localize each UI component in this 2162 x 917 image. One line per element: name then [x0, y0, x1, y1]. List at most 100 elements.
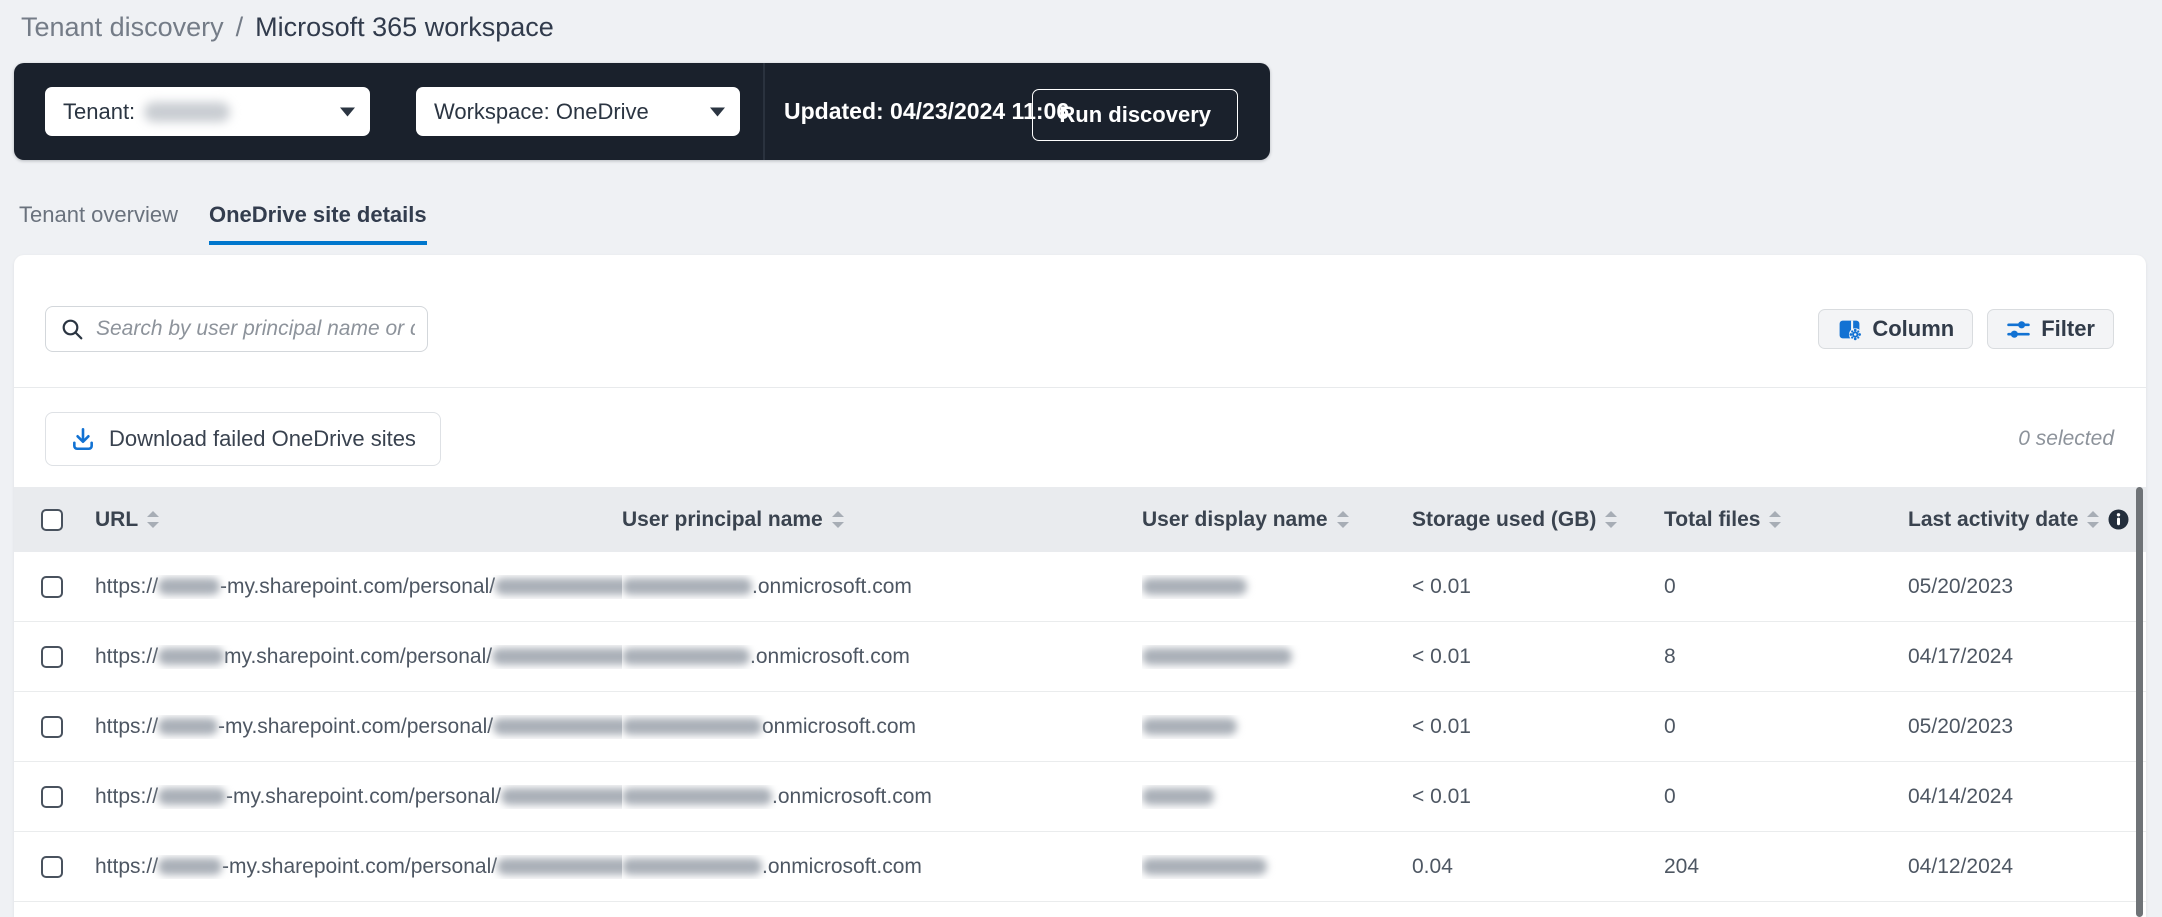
last-activity-date-cell: 05/20/2023	[1908, 574, 2014, 598]
onedrive-details-panel: Column Filter Download failed OneDriv	[14, 255, 2146, 917]
column-button[interactable]: Column	[1818, 309, 1974, 349]
upn-suffix: .onmicrosoft.com	[772, 784, 932, 808]
redacted-text	[492, 647, 622, 665]
redacted-text	[158, 577, 221, 595]
sort-icon	[147, 511, 160, 528]
search-icon	[61, 318, 84, 341]
redacted-text	[158, 647, 225, 665]
filter-button-label: Filter	[2041, 316, 2095, 341]
user-principal-name-cell: .onmicrosoft.com	[622, 645, 1142, 669]
discovery-toolbar: Tenant: Workspace: OneDrive Updated: 04/…	[14, 63, 1270, 160]
url-mid: -my.sharepoint.com/personal/	[220, 574, 496, 598]
url-prefix: https://	[95, 574, 159, 598]
sort-icon	[831, 511, 844, 528]
redacted-text	[1142, 857, 1267, 875]
redacted-text	[158, 717, 219, 735]
row-checkbox[interactable]	[41, 855, 63, 878]
filter-button[interactable]: Filter	[1987, 309, 2114, 349]
search-box	[45, 306, 428, 352]
user-display-name-cell	[1142, 645, 1412, 669]
table-row: https:// -my.sharepoint.com/personal/ .on…	[14, 762, 2146, 832]
caret-down-icon	[340, 107, 355, 116]
user-principal-name-cell: onmicrosoft.com	[622, 715, 1142, 739]
download-icon	[70, 426, 96, 452]
user-display-name-cell	[1142, 785, 1412, 809]
last-activity-date-cell: 04/12/2024	[1908, 854, 2014, 878]
storage-used-cell: 0.04	[1412, 854, 1453, 878]
row-checkbox[interactable]	[41, 785, 63, 808]
tab-tenant-overview[interactable]: Tenant overview	[19, 202, 178, 245]
redacted-text	[1142, 717, 1237, 735]
workspace-dropdown[interactable]: Workspace: OneDrive	[416, 87, 740, 136]
row-checkbox[interactable]	[41, 715, 63, 738]
section-divider	[14, 387, 2146, 388]
redacted-text	[1142, 577, 1247, 595]
toolbar-divider	[763, 63, 765, 160]
user-display-name-cell	[1142, 575, 1412, 599]
selected-count: 0 selected	[2018, 427, 2114, 450]
url-mid: -my.sharepoint.com/personal/	[222, 854, 498, 878]
column-button-label: Column	[1872, 316, 1955, 341]
redacted-tenant-name	[144, 101, 231, 122]
redacted-text	[493, 717, 622, 735]
table-header-row: URL User principal name User display nam…	[14, 487, 2146, 552]
table-actions: Column Filter	[1818, 309, 2114, 349]
url-cell: https:// -my.sharepoint.com/personal/	[80, 785, 622, 809]
sort-icon	[1336, 511, 1349, 528]
table-row: https:// -my.sharepoint.com/personal/ onm…	[14, 692, 2146, 762]
total-files-cell: 204	[1664, 854, 1700, 878]
url-mid: -my.sharepoint.com/personal/	[218, 714, 494, 738]
workspace-dropdown-label: Workspace: OneDrive	[434, 98, 649, 124]
tab-bar: Tenant overview OneDrive site details	[19, 202, 427, 245]
column-header-user-display-name[interactable]: User display name	[1142, 508, 1349, 532]
column-header-user-principal-name[interactable]: User principal name	[622, 508, 844, 532]
upn-suffix: .onmicrosoft.com	[750, 644, 910, 668]
info-icon[interactable]	[2108, 509, 2129, 530]
table-row: https:// -my.sharepoint.com/personal/ .on…	[14, 832, 2146, 902]
column-header-storage-used[interactable]: Storage used (GB)	[1412, 508, 1618, 532]
user-principal-name-cell: .onmicrosoft.com	[622, 855, 1142, 879]
redacted-text	[497, 857, 622, 875]
breadcrumb-separator: /	[235, 12, 244, 42]
column-header-last-activity-date[interactable]: Last activity date	[1908, 508, 2129, 532]
table-row: https:// -my.sharepoint.com/personal/ .on…	[14, 552, 2146, 622]
total-files-cell: 0	[1664, 714, 1676, 738]
caret-down-icon	[710, 107, 725, 116]
redacted-text	[622, 857, 762, 875]
sort-icon	[1605, 511, 1618, 528]
row-checkbox[interactable]	[41, 645, 63, 668]
total-files-cell: 0	[1664, 784, 1676, 808]
url-prefix: https://	[95, 714, 159, 738]
redacted-text	[1142, 787, 1214, 805]
onedrive-sites-table: URL User principal name User display nam…	[14, 487, 2146, 902]
redacted-text	[622, 717, 762, 735]
tenant-dropdown[interactable]: Tenant:	[45, 87, 370, 136]
user-principal-name-cell: .onmicrosoft.com	[622, 785, 1142, 809]
redacted-text	[501, 787, 622, 805]
redacted-text	[622, 787, 772, 805]
url-cell: https:// -my.sharepoint.com/personal/	[80, 575, 622, 599]
column-header-total-files[interactable]: Total files	[1664, 508, 1782, 532]
column-settings-icon	[1837, 317, 1862, 342]
search-input[interactable]	[84, 317, 427, 341]
table-row: https:// my.sharepoint.com/personal/ .onm…	[14, 622, 2146, 692]
row-checkbox[interactable]	[41, 575, 63, 598]
column-header-url[interactable]: URL	[95, 508, 160, 532]
tab-onedrive-site-details[interactable]: OneDrive site details	[208, 202, 427, 245]
url-mid: -my.sharepoint.com/personal/	[226, 784, 502, 808]
url-prefix: https://	[95, 854, 159, 878]
select-all-checkbox[interactable]	[41, 508, 63, 531]
breadcrumb-parent-link[interactable]: Tenant discovery	[21, 12, 224, 42]
redacted-text	[158, 787, 227, 805]
breadcrumb: Tenant discovery / Microsoft 365 workspace	[21, 8, 554, 46]
download-failed-sites-button[interactable]: Download failed OneDrive sites	[45, 412, 441, 466]
redacted-text	[622, 577, 752, 595]
vertical-scrollbar[interactable]	[2136, 487, 2143, 917]
redacted-text	[158, 857, 223, 875]
run-discovery-button[interactable]: Run discovery	[1032, 89, 1238, 141]
url-cell: https:// my.sharepoint.com/personal/	[80, 645, 622, 669]
redacted-text	[622, 647, 750, 665]
url-prefix: https://	[95, 644, 159, 668]
url-prefix: https://	[95, 784, 159, 808]
download-button-label: Download failed OneDrive sites	[109, 426, 416, 451]
